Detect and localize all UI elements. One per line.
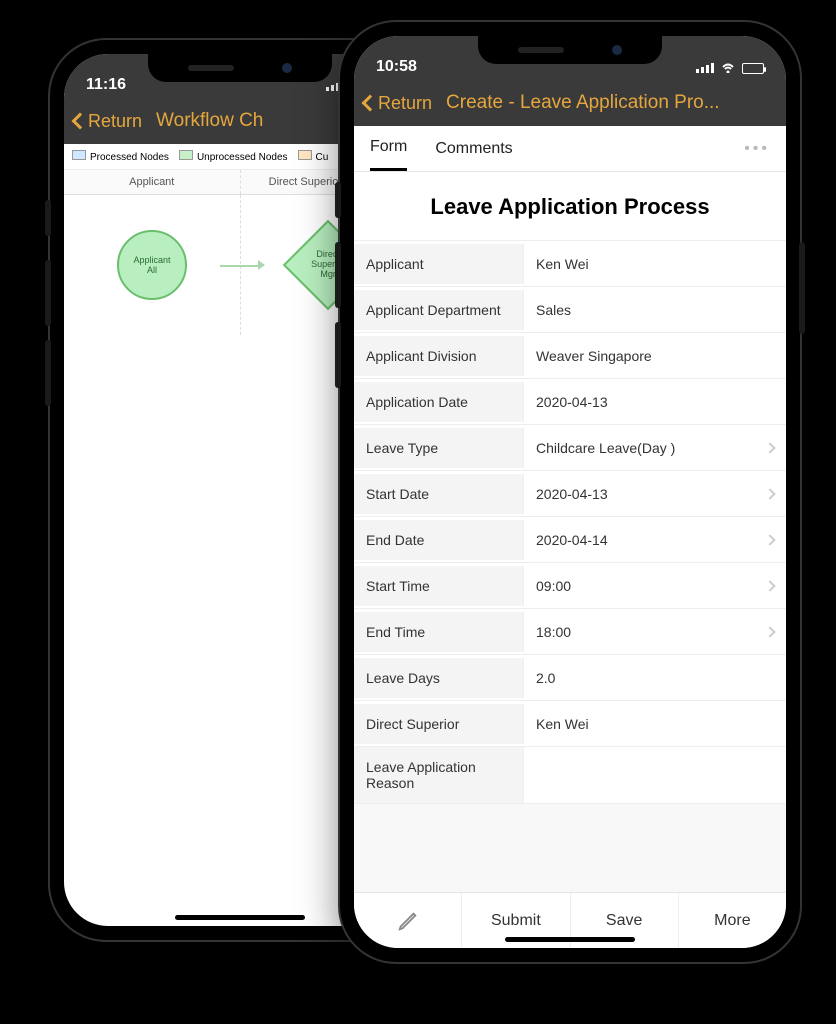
node-applicant-label: Applicant [133,255,170,265]
lane-applicant: Applicant [64,170,241,194]
form-row[interactable]: Leave Type Childcare Leave(Day ) [354,425,786,471]
back-label: Return [88,111,142,132]
form-rows: Applicant Ken Wei Applicant Department Sale… [354,241,786,804]
field-value: 2.0 [524,658,786,698]
form-row[interactable]: Start Date 2020-04-13 [354,471,786,517]
field-value[interactable]: 18:00 [524,612,786,652]
more-button[interactable]: More [679,893,786,948]
legend-swatch-current [298,150,312,160]
field-value-text: 2.0 [536,670,555,686]
field-value-text: Weaver Singapore [536,348,652,364]
form-row: Applicant Division Weaver Singapore [354,333,786,379]
phone-leave-form: 10:58 Return Create - Leave Application … [340,22,800,962]
field-value-text: 09:00 [536,578,571,594]
form-row[interactable]: Start Time 09:00 [354,563,786,609]
field-label: Applicant [354,244,524,284]
legend-label-current: Cu [316,152,329,163]
form-row: Applicant Ken Wei [354,241,786,287]
form-scroll[interactable]: Leave Application Process Applicant Ken W… [354,172,786,892]
signal-icon [696,63,714,73]
page-title: Create - Leave Application Pro... [436,92,776,114]
legend-swatch-unprocessed [179,150,193,160]
form-row: Application Date 2020-04-13 [354,379,786,425]
field-value [524,763,786,787]
section-title: Leave Application Process [354,172,786,241]
field-label: Applicant Division [354,336,524,376]
field-value-text: 2020-04-13 [536,394,608,410]
chevron-right-icon [764,488,775,499]
chevron-right-icon [764,626,775,637]
field-value: Ken Wei [524,704,786,744]
status-time: 10:58 [376,58,417,76]
field-label: Leave Days [354,658,524,698]
field-label: Leave Application Reason [354,747,524,803]
field-value-text: Ken Wei [536,256,589,272]
field-value[interactable]: 2020-04-13 [524,474,786,514]
tab-form[interactable]: Form [370,126,407,171]
edit-button[interactable] [354,893,462,948]
notch [148,54,332,82]
notch [478,36,662,64]
legend-swatch-processed [72,150,86,160]
battery-icon [742,63,764,74]
field-label: Applicant Department [354,290,524,330]
chevron-right-icon [764,580,775,591]
form-row[interactable]: End Time 18:00 [354,609,786,655]
back-button[interactable]: Return [364,93,432,114]
chevron-right-icon [764,534,775,545]
field-label: End Date [354,520,524,560]
form-row: Leave Days 2.0 [354,655,786,701]
field-value: 2020-04-13 [524,382,786,422]
home-indicator[interactable] [505,937,635,942]
field-value: Weaver Singapore [524,336,786,376]
chevron-left-icon [72,113,89,130]
field-label: Start Time [354,566,524,606]
field-label: End Time [354,612,524,652]
form-row[interactable]: End Date 2020-04-14 [354,517,786,563]
node-applicant[interactable]: Applicant All [117,230,187,300]
tab-comments[interactable]: Comments [435,128,512,170]
field-label: Start Date [354,474,524,514]
wifi-icon [720,60,736,76]
chevron-right-icon [764,442,775,453]
form-row: Leave Application Reason [354,747,786,804]
field-value-text: 2020-04-13 [536,486,608,502]
legend-label-processed: Processed Nodes [90,152,169,163]
field-value-text: Sales [536,302,571,318]
field-value-text: 2020-04-14 [536,532,608,548]
back-label: Return [378,93,432,114]
chevron-left-icon [362,95,379,112]
field-value: Ken Wei [524,244,786,284]
field-value-text: Childcare Leave(Day ) [536,440,675,456]
field-value[interactable]: 09:00 [524,566,786,606]
nav-bar: Return Create - Leave Application Pro... [354,80,786,126]
field-label: Leave Type [354,428,524,468]
node-applicant-sub: All [147,265,157,275]
home-indicator[interactable] [175,915,305,920]
back-button[interactable]: Return [74,111,142,132]
status-time: 11:16 [86,76,126,94]
legend-label-unprocessed: Unprocessed Nodes [197,152,288,163]
pencil-icon [397,910,419,932]
field-label: Direct Superior [354,704,524,744]
form-row: Direct Superior Ken Wei [354,701,786,747]
tabs: Form Comments ••• [354,126,786,172]
field-value-text: Ken Wei [536,716,589,732]
field-value[interactable]: Childcare Leave(Day ) [524,428,786,468]
form-row: Applicant Department Sales [354,287,786,333]
field-value-text: 18:00 [536,624,571,640]
field-value: Sales [524,290,786,330]
more-tabs-icon[interactable]: ••• [744,140,770,158]
field-value[interactable]: 2020-04-14 [524,520,786,560]
field-label: Application Date [354,382,524,422]
